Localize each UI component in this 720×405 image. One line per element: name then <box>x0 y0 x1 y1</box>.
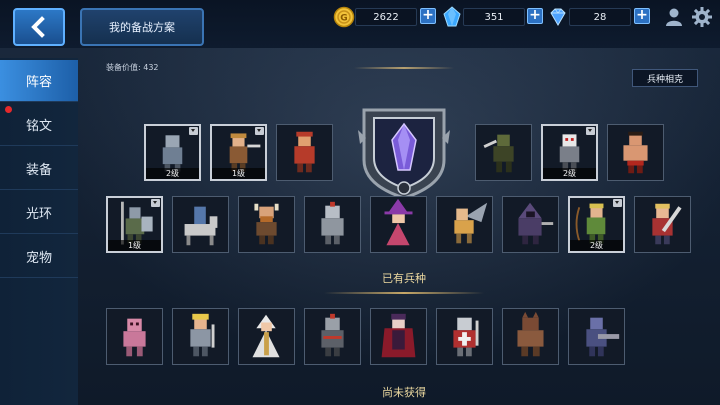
owned-unit[interactable] <box>172 308 229 365</box>
sidebar-item-aura[interactable]: 光环 <box>0 192 78 234</box>
diamond-amount: 28 <box>569 8 631 26</box>
lineup-slot[interactable] <box>475 124 532 181</box>
title-divider <box>354 67 454 69</box>
ninja-icon <box>483 134 514 173</box>
lineup-slot[interactable] <box>370 196 427 253</box>
sidebar-item-lineup[interactable]: 阵容 <box>0 60 78 102</box>
owned-unit[interactable] <box>238 308 295 365</box>
lineup-slot[interactable] <box>238 196 295 253</box>
sidebar-item-equipment[interactable]: 装备 <box>0 148 78 190</box>
diamond-icon <box>547 6 569 28</box>
lineup-slot[interactable]: 1级 <box>106 196 163 253</box>
notification-dot <box>5 106 12 113</box>
gold-amount: 2622 <box>355 8 417 26</box>
battle-plan-button[interactable]: 我的备战方案 <box>80 8 204 46</box>
viking-icon <box>254 203 279 245</box>
level-label: 1级 <box>212 168 265 179</box>
back-arrow-icon <box>31 16 45 38</box>
lineup-slot[interactable] <box>634 196 691 253</box>
add-crystal-button[interactable]: + <box>527 8 543 24</box>
priest-icon <box>252 314 280 358</box>
lineup-slot[interactable] <box>172 196 229 253</box>
lineup-slot[interactable] <box>436 196 493 253</box>
gunner-icon <box>586 317 620 357</box>
heavy-knight-icon <box>321 201 344 245</box>
sidebar: 阵容 铭文 装备 光环 宠物 <box>0 58 78 405</box>
dropdown-icon <box>151 199 160 207</box>
dropdown-icon <box>586 127 595 135</box>
lineup-slot[interactable] <box>276 124 333 181</box>
ghoul-icon <box>123 318 146 357</box>
owned-unit[interactable] <box>568 308 625 365</box>
greatsword-hero-icon <box>652 203 682 245</box>
lineup-slot[interactable] <box>304 196 361 253</box>
owned-unit[interactable] <box>436 308 493 365</box>
red-warrior-icon <box>294 131 315 173</box>
brawler-icon <box>623 131 648 174</box>
unowned-units-title: 尚未获得 <box>382 386 426 399</box>
commander-emblem[interactable] <box>354 100 454 200</box>
lineup-slot[interactable] <box>607 124 664 181</box>
main-panel: 装备价值: 432 兵种相克 2级 1级 2级 1级 2级 已有兵种 尚未获得 <box>84 52 714 405</box>
lineup-slot[interactable] <box>502 196 559 253</box>
gear-icon[interactable] <box>691 6 713 28</box>
level-label: 1级 <box>108 240 161 251</box>
witch-icon <box>384 198 413 246</box>
lineup-slot[interactable]: 1级 <box>210 124 267 181</box>
gold-coin-icon: G <box>333 6 355 28</box>
owned-unit[interactable] <box>304 308 361 365</box>
section-divider <box>324 292 484 294</box>
owned-unit[interactable] <box>370 308 427 365</box>
vampire-icon <box>381 313 416 358</box>
sidebar-item-pet[interactable]: 宠物 <box>0 236 78 278</box>
owned-unit[interactable] <box>502 308 559 365</box>
dark-knight-icon <box>321 313 344 357</box>
griffin-rider-icon <box>454 202 488 244</box>
svg-text:G: G <box>340 14 347 24</box>
dropdown-icon <box>255 127 264 135</box>
owned-unit[interactable] <box>106 308 163 365</box>
hooded-assassin-icon <box>518 202 554 245</box>
profile-icon[interactable] <box>663 6 685 28</box>
level-label: 2级 <box>543 168 596 179</box>
lineup-slot[interactable]: 2级 <box>144 124 201 181</box>
level-label: 2级 <box>146 168 199 179</box>
add-gold-button[interactable]: + <box>420 8 436 24</box>
werewolf-icon <box>517 311 544 357</box>
lineup-slot[interactable]: 2级 <box>541 124 598 181</box>
top-bar: 我的备战方案 G 2622 + 351 + 28 + <box>0 0 720 48</box>
add-diamond-button[interactable]: + <box>634 8 650 24</box>
level-label: 2级 <box>570 240 623 251</box>
blue-crystal-icon <box>441 6 463 28</box>
dropdown-icon <box>613 199 622 207</box>
owned-units-title: 已有兵种 <box>382 272 426 285</box>
dropdown-icon <box>189 127 198 135</box>
cavalry-icon <box>184 206 218 246</box>
game-screen: 我的备战方案 G 2622 + 351 + 28 + 阵容 铭文 装备 光环 宠… <box>0 0 720 405</box>
crusader-icon <box>453 317 479 357</box>
crystal-amount: 351 <box>463 8 525 26</box>
lineup-slot[interactable]: 2级 <box>568 196 625 253</box>
equipment-value-label: 装备价值: 432 <box>106 63 159 72</box>
back-button[interactable] <box>13 8 65 46</box>
unit-counter-button[interactable]: 兵种相克 <box>632 69 698 87</box>
blonde-knight-icon <box>190 313 215 357</box>
